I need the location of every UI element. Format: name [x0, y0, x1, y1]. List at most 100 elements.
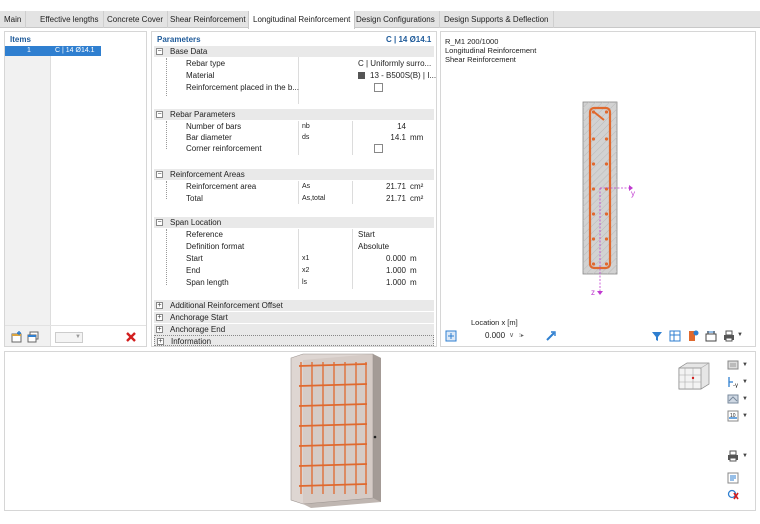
tab-shear-reinforcement[interactable]: Shear Reinforcement	[166, 11, 251, 28]
export-icon[interactable]	[727, 472, 739, 484]
section-rebar-parameters[interactable]: − Rebar Parameters	[154, 109, 434, 120]
param-symbol: x2	[302, 267, 310, 274]
chevron-down-icon[interactable]: ▼	[742, 413, 748, 419]
collapse-icon[interactable]: −	[156, 219, 163, 226]
chevron-down-icon[interactable]: ▼	[742, 362, 748, 368]
param-row: Reinforcement placed in the b...	[154, 82, 434, 93]
item-id: 1	[27, 47, 31, 54]
end-field[interactable]: 1.000	[354, 265, 406, 276]
section-base-data[interactable]: − Base Data	[154, 46, 434, 57]
param-unit: m	[410, 266, 417, 275]
section-title: Reinforcement Areas	[170, 170, 245, 179]
param-row: Material 13 - B500S(B) | I...	[154, 70, 436, 81]
section-reinforcement-areas[interactable]: − Reinforcement Areas	[154, 169, 434, 180]
param-label: Span length	[186, 278, 229, 287]
param-row: Bar diameter ds 14.1 mm	[154, 132, 434, 143]
chevron-down-icon[interactable]: ∨	[509, 330, 514, 342]
dimensions-icon[interactable]	[705, 330, 717, 342]
section-info-icon[interactable]	[687, 330, 699, 342]
start-field[interactable]: 0.000	[354, 253, 406, 264]
total-area-value: 21.71	[385, 194, 406, 203]
param-label: Corner reinforcement	[186, 144, 262, 153]
param-row: Rebar type C | Uniformly surro...	[154, 58, 434, 69]
material-field[interactable]: 13 - B500S(B) | I...	[370, 70, 436, 81]
new-item-icon[interactable]	[11, 331, 23, 343]
delete-icon[interactable]	[125, 331, 137, 343]
rebar-type-field[interactable]: C | Uniformly surro...	[358, 58, 431, 69]
param-row: Start x1 0.000 m	[154, 253, 434, 264]
param-label: Material	[186, 71, 215, 80]
expand-icon[interactable]: +	[156, 302, 163, 309]
pick-location-icon[interactable]	[545, 330, 557, 342]
section-span-location[interactable]: − Span Location	[154, 217, 434, 228]
definition-format-field[interactable]: Absolute	[358, 241, 389, 252]
number-of-bars-field[interactable]: 14	[354, 121, 406, 132]
param-row: Total As,total 21.71 cm²	[154, 193, 434, 204]
item-label: C | 14 Ø14.1	[55, 47, 95, 54]
param-label: Bar diameter	[186, 133, 232, 142]
section-table-icon[interactable]	[669, 330, 681, 342]
span-length-value: 1.000	[385, 278, 406, 287]
print-icon[interactable]	[723, 330, 735, 342]
collapse-icon[interactable]: −	[156, 48, 163, 55]
numbering-icon[interactable]: 10	[727, 410, 739, 422]
tab-effective-lengths[interactable]: Effective lengths	[36, 11, 104, 28]
collapse-icon[interactable]: −	[156, 171, 163, 178]
view-cube-icon[interactable]	[677, 360, 711, 390]
expand-icon[interactable]: +	[156, 326, 163, 333]
param-label: Start	[186, 254, 203, 263]
param-label: Reference	[186, 230, 223, 239]
param-symbol: As,total	[302, 195, 326, 202]
section-title: Span Location	[170, 218, 222, 227]
items-id-column	[5, 46, 51, 346]
parameters-title: Parameters	[157, 35, 201, 44]
chevron-down-icon[interactable]: ▼	[742, 396, 748, 402]
chevron-down-icon[interactable]: ▼	[742, 453, 748, 459]
tab-longitudinal-reinforcement[interactable]: Longitudinal Reinforcement	[248, 11, 356, 29]
section-information[interactable]: + Information	[154, 335, 434, 346]
param-row: End x2 1.000 m	[154, 265, 434, 276]
corner-reinforcement-checkbox[interactable]	[374, 144, 383, 153]
section-settings-icon[interactable]	[445, 330, 457, 342]
param-row: Definition format Absolute	[154, 241, 434, 252]
reset-view-icon[interactable]	[727, 488, 739, 500]
tab-design-supports-deflection[interactable]: Design Supports & Deflection	[440, 11, 554, 28]
filter-icon[interactable]	[651, 330, 663, 342]
param-row: Reinforcement area As 21.71 cm²	[154, 181, 434, 192]
tab-main[interactable]: Main	[0, 11, 27, 28]
chevron-down-icon[interactable]: ▼	[742, 379, 748, 385]
view-direction-y-icon[interactable]: -y	[727, 376, 739, 388]
expand-icon[interactable]: +	[156, 314, 163, 321]
tab-design-configurations[interactable]: Design Configurations	[352, 11, 440, 28]
tab-concrete-cover[interactable]: Concrete Cover	[103, 11, 169, 28]
items-title: Items	[10, 35, 31, 44]
reference-field[interactable]: Start	[358, 229, 375, 240]
stepper-icon[interactable]: ⁝▸	[519, 330, 524, 342]
parameters-panel: Parameters C | 14 Ø14.1 − Base Data Rebar…	[151, 31, 437, 347]
bar-diameter-field[interactable]: 14.1	[354, 132, 406, 143]
param-row: Number of bars nb 14	[154, 121, 434, 132]
item-dropdown[interactable]: ▼	[55, 332, 83, 343]
view-options-icon[interactable]	[727, 359, 739, 371]
section-anchorage-start[interactable]: + Anchorage Start	[154, 312, 434, 323]
list-item[interactable]: 1 C | 14 Ø14.1	[5, 46, 101, 56]
param-symbol: x1	[302, 255, 310, 262]
param-symbol: nb	[302, 123, 310, 130]
print-icon[interactable]	[727, 450, 739, 462]
placed-checkbox[interactable]	[374, 83, 383, 92]
expand-icon[interactable]: +	[157, 338, 164, 345]
param-symbol: ds	[302, 134, 310, 141]
location-spinner[interactable]: 0.000 ∨ ⁝▸	[481, 330, 525, 342]
3d-model-render	[290, 353, 381, 508]
section-additional-offset[interactable]: + Additional Reinforcement Offset	[154, 300, 434, 311]
section-anchorage-end[interactable]: + Anchorage End	[154, 324, 434, 335]
3d-view[interactable]: ▼ -y ▼ ▼ 10 ▼ ▼	[4, 351, 756, 511]
location-label: Location x [m]	[471, 318, 518, 327]
chevron-down-icon[interactable]: ▼	[737, 332, 743, 338]
collapse-icon[interactable]: −	[156, 111, 163, 118]
section-name: R_M1 200/1000	[445, 37, 499, 46]
display-settings-icon[interactable]	[727, 393, 739, 405]
copy-item-icon[interactable]	[27, 331, 39, 343]
section-title: Anchorage Start	[170, 313, 228, 322]
chevron-down-icon: ▼	[75, 334, 81, 340]
